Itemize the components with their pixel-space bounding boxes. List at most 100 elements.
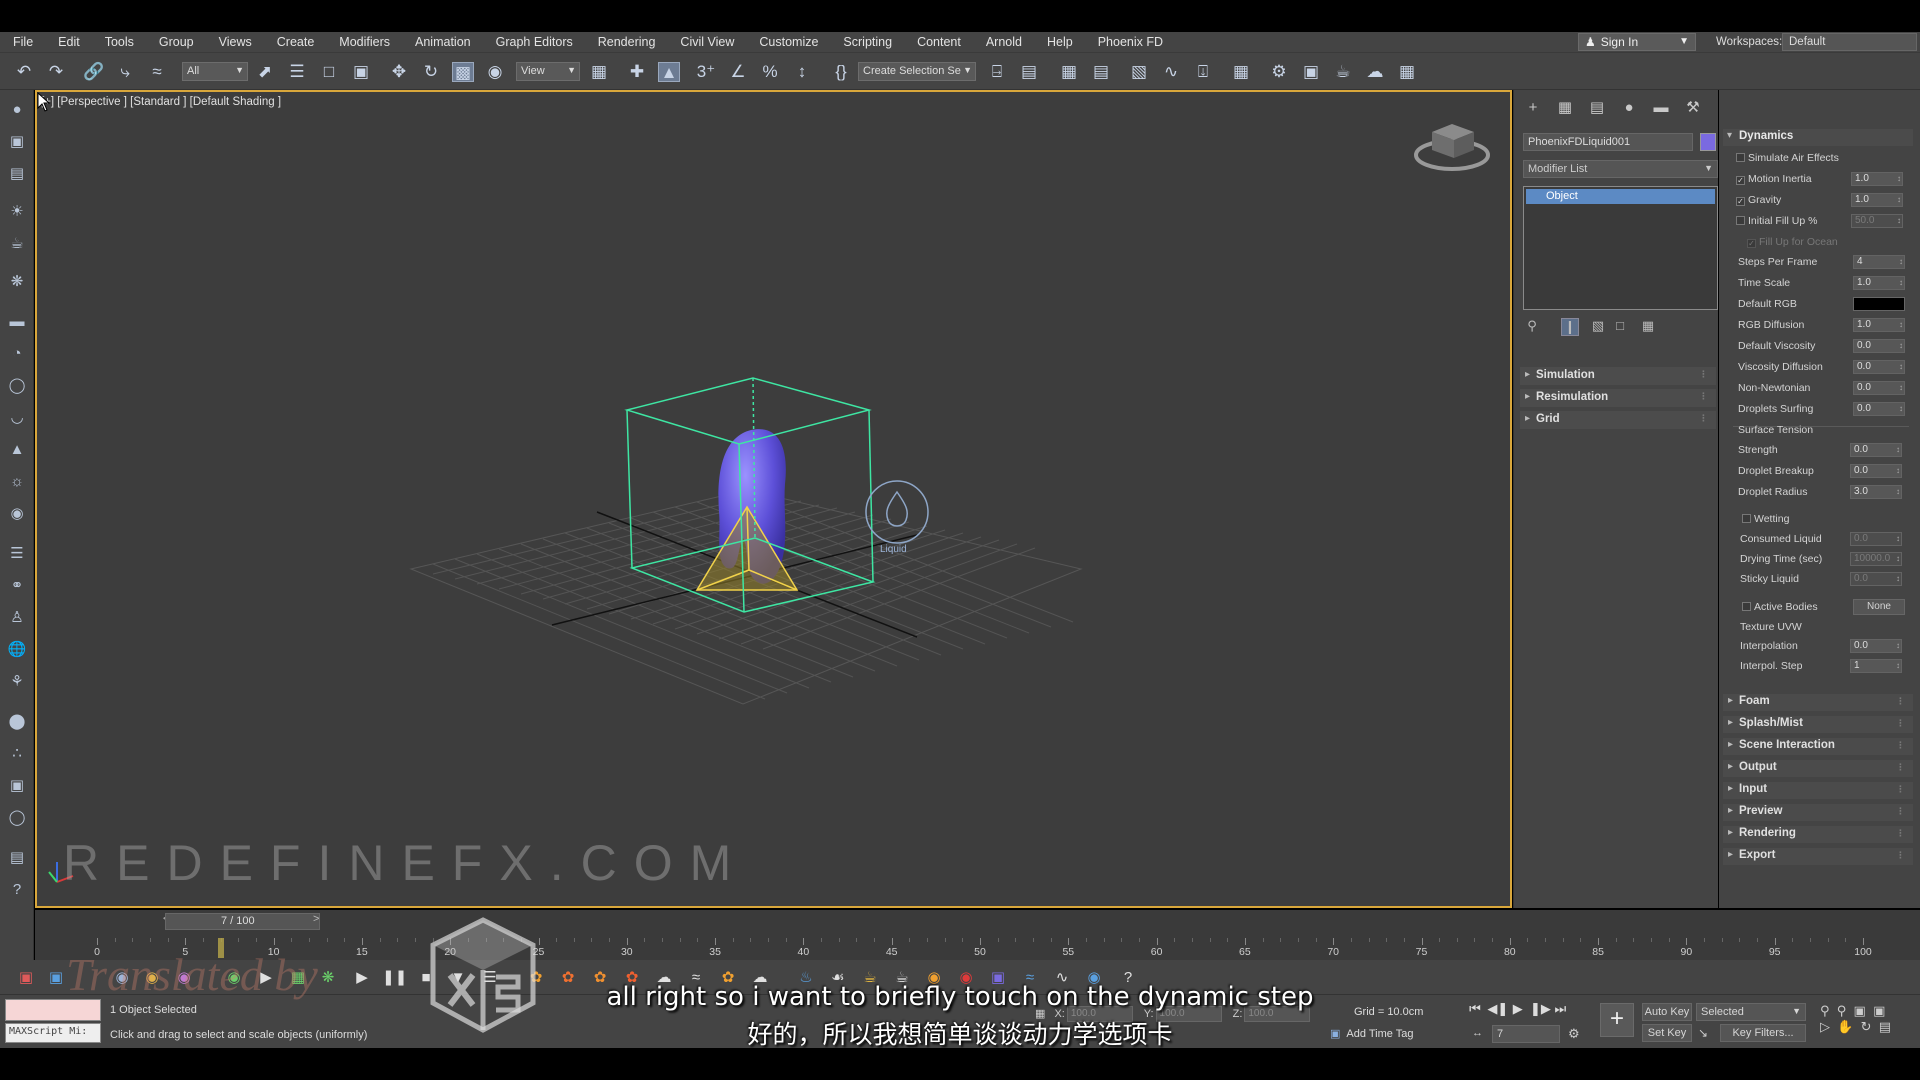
configure-modifier-sets-icon[interactable]: ▦ [1639,318,1657,336]
bind-space-warp-icon[interactable]: ≈ [146,62,168,82]
menu-item-animation[interactable]: Animation [402,32,483,52]
keyboard-shortcut-override-icon[interactable]: ▲ [658,62,680,82]
wetting-checkbox[interactable] [1742,514,1751,523]
scene-explorer-icon[interactable]: ▦ [1058,62,1080,82]
rollout-dynamics[interactable]: Dynamics [1723,129,1913,146]
help-icon[interactable]: ? [6,880,28,900]
sign-in-button[interactable]: ♟ Sign In ▼ [1578,33,1696,51]
pin-stack-icon[interactable]: ⚲ [1523,318,1541,336]
teapot-icon[interactable]: ☕ [6,234,28,254]
make-unique-icon[interactable]: ▧ [1589,318,1607,336]
menu-item-content[interactable]: Content [904,32,973,52]
ribbon-icon[interactable]: ▧ [1128,62,1150,82]
interpol-step-spinner[interactable]: 1 [1850,659,1902,673]
menu-item-scripting[interactable]: Scripting [830,32,904,52]
simulate-air-effects-checkbox[interactable] [1736,153,1745,162]
default-viscosity-spinner[interactable]: 0.0 [1853,339,1905,353]
select-by-name-icon[interactable]: ☰ [286,62,308,82]
droplets-surfing-spinner[interactable]: 0.0 [1853,402,1905,416]
move-icon[interactable]: ✥ [388,62,410,82]
initial-fill-up-spinner[interactable]: 50.0 [1851,214,1903,228]
render-shortcuts-icon[interactable]: ▦ [1396,62,1418,82]
bowl-icon[interactable]: ◡ [6,408,28,428]
angle-snap-icon[interactable]: ∠ [727,62,749,82]
rendered-frame-window-icon[interactable]: ▣ [1300,62,1322,82]
menu-item-arnold[interactable]: Arnold [973,32,1034,52]
menu-item-modifiers[interactable]: Modifiers [326,32,402,52]
rollout-scene-interaction[interactable]: Scene Interaction ⋮ [1723,738,1913,755]
render-icon[interactable]: ▣ [6,776,28,796]
rollout-export[interactable]: Export ⋮ [1723,848,1913,865]
droplet-breakup-spinner[interactable]: 0.0 [1850,464,1902,478]
motion-inertia-checkbox[interactable]: ✓ [1736,176,1745,185]
sticky-liquid-spinner[interactable]: 0.0 [1850,572,1902,586]
gravity-spinner[interactable]: 1.0 [1851,193,1903,207]
stairs-icon[interactable]: ☰ [6,544,28,564]
default-rgb-swatch[interactable] [1853,297,1905,311]
utilities-tab-icon[interactable]: ⚒ [1682,98,1704,118]
window-crossing-icon[interactable]: ▣ [350,62,372,82]
character-icon[interactable]: ♙ [6,608,28,628]
modify-tab-icon[interactable]: ▦ [1554,98,1576,118]
initial-fill-up-checkbox[interactable] [1736,216,1745,225]
workspace-dropdown[interactable]: Default [1782,33,1917,51]
bones-icon[interactable]: ⚭ [6,576,28,596]
rotate-icon[interactable]: ↻ [420,62,442,82]
curve-editor-icon[interactable]: ∿ [1160,62,1182,82]
stack-item-object[interactable]: Object [1526,189,1715,204]
next-frame-icon[interactable]: > [313,913,319,925]
consumed-liquid-spinner[interactable]: 0.0 [1850,532,1902,546]
clipboard-icon[interactable]: ▤ [6,848,28,868]
menu-item-phoenix-fd[interactable]: Phoenix FD [1085,32,1175,52]
rollout-rendering[interactable]: Rendering ⋮ [1723,826,1913,843]
active-bodies-checkbox[interactable] [1742,602,1751,611]
rollout-simulation[interactable]: Simulation ⋮ [1520,367,1716,385]
motion-tab-icon[interactable]: ● [1618,98,1640,118]
percent-snap-icon[interactable]: % [759,62,781,82]
schematic-view-icon[interactable]: ⍗ [1192,62,1214,82]
rgb-diffusion-spinner[interactable]: 1.0 [1853,318,1905,332]
render-production-icon[interactable]: ☕ [1332,62,1354,82]
sphere-icon[interactable]: ◯ [6,376,28,396]
display-tab-icon[interactable]: ▬ [1650,98,1672,118]
container-icon[interactable]: ▤ [6,164,28,184]
dome-icon[interactable]: ◔ [6,344,28,364]
fill-up-for-ocean-checkbox[interactable]: ✓ [1747,239,1756,248]
rollout-input[interactable]: Input ⋮ [1723,782,1913,799]
menu-item-rendering[interactable]: Rendering [585,32,668,52]
globe-icon[interactable]: 🌐 [6,640,28,660]
named-selection-dropdown[interactable]: Create Selection Se ▼ [858,62,976,81]
select-manipulate-icon[interactable]: ✚ [626,62,648,82]
rect-selection-icon[interactable]: □ [318,62,340,82]
spinner-snap-icon[interactable]: ↕ [791,62,813,82]
rollout-grid[interactable]: Grid ⋮ [1520,411,1716,429]
strength-spinner[interactable]: 0.0 [1850,443,1902,457]
undo-icon[interactable]: ↶ [13,62,35,82]
color-balls-icon[interactable]: ∴ [6,744,28,764]
plane-icon[interactable]: ▬ [6,312,28,332]
menu-item-file[interactable]: File [0,32,45,52]
redo-icon[interactable]: ↷ [45,62,67,82]
place-icon[interactable]: ◉ [484,62,506,82]
time-scale-spinner[interactable]: 1.0 [1853,276,1905,290]
viscosity-diffusion-spinner[interactable]: 0.0 [1853,360,1905,374]
selection-filter-dropdown[interactable]: All ▼ [182,62,248,81]
droplet-radius-spinner[interactable]: 3.0 [1850,485,1902,499]
plant-icon[interactable]: ⚘ [6,672,28,692]
menu-item-graph-editors[interactable]: Graph Editors [483,32,585,52]
align-icon[interactable]: ▤ [1018,62,1040,82]
modifier-list-dropdown[interactable]: Modifier List ▼ [1523,160,1718,178]
rollout-foam[interactable]: Foam ⋮ [1723,694,1913,711]
menu-item-tools[interactable]: Tools [92,32,146,52]
reference-coordinate-dropdown[interactable]: View ▼ [516,62,580,81]
viewport-label[interactable]: [+] [Perspective ] [Standard ] [Default … [41,96,281,108]
box-icon[interactable]: ▣ [6,132,28,152]
unlink-icon[interactable]: ⤷ [114,62,136,82]
steps-per-frame-spinner[interactable]: 4 [1853,255,1905,269]
object-name-field[interactable]: PhoenixFDLiquid001 [1523,133,1693,151]
camera-icon[interactable]: ◯ [6,808,28,828]
render-setup-icon[interactable]: ⚙ [1268,62,1290,82]
menu-item-help[interactable]: Help [1034,32,1085,52]
material-editor-icon[interactable]: ▦ [1230,62,1252,82]
remove-modifier-icon[interactable]: □ [1611,318,1629,336]
